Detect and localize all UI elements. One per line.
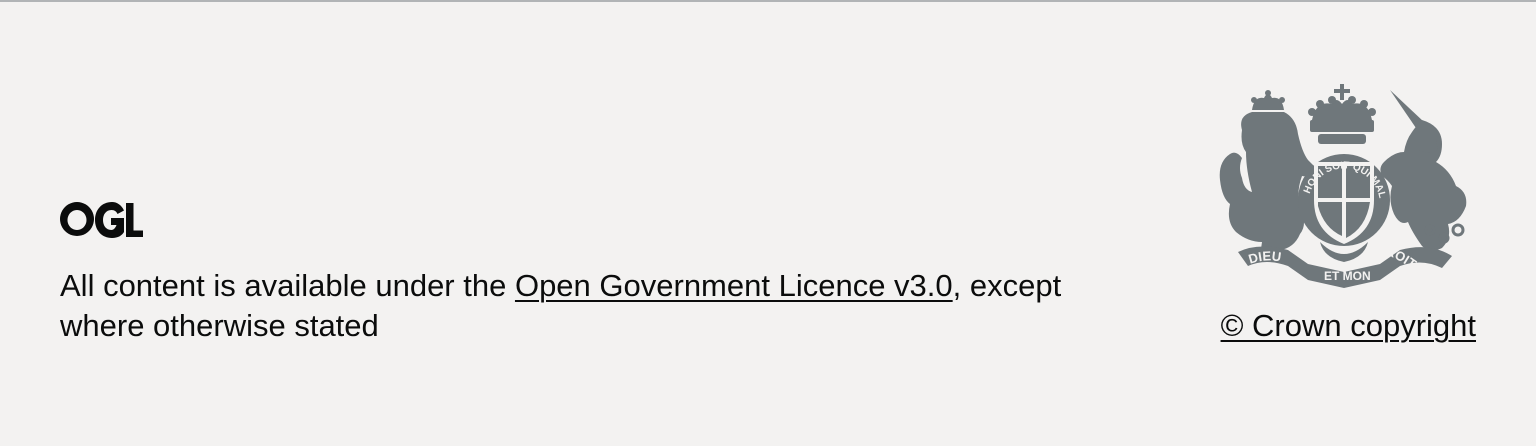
ogl-logo-icon (60, 202, 143, 238)
site-footer: All content is available under the Open … (0, 0, 1536, 446)
licence-statement: All content is available under the Open … (60, 266, 1120, 346)
royal-coat-of-arms-icon: HONI SOIT QUI MAL Y PENSE DIEU ET MON DR… (1216, 82, 1467, 288)
ribbon-motto-center: ET MON (1324, 269, 1371, 283)
crown-copyright-link[interactable]: © Crown copyright (1221, 306, 1476, 346)
licence-prefix: All content is available under the (60, 268, 515, 303)
ribbon-motto-left: DIEU (1247, 248, 1282, 266)
open-government-licence-link[interactable]: Open Government Licence v3.0 (515, 268, 953, 303)
svg-text:DIEU: DIEU (1247, 248, 1282, 266)
